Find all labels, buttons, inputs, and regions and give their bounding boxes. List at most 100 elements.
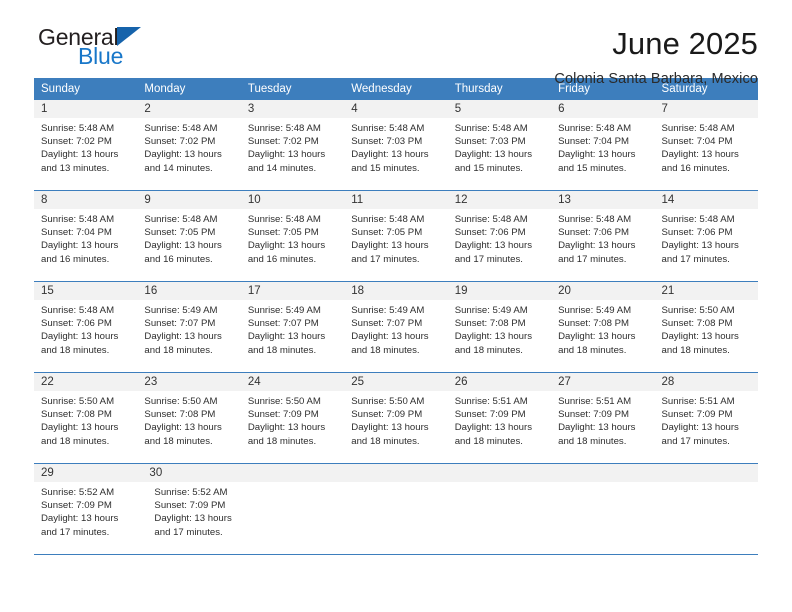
calendar-week-row: 1 2 3 4 5 6 7 Sunrise: 5:48 AM Sunset: 7:02 PM Da… xyxy=(34,100,758,191)
day-cell[interactable]: Sunrise: 5:50 AM Sunset: 7:08 PM Daylight:… xyxy=(137,391,240,463)
day-daylight-2-text: and 17 minutes. xyxy=(661,253,730,265)
day-cell[interactable]: Sunrise: 5:50 AM Sunset: 7:09 PM Daylight:… xyxy=(241,391,344,463)
day-number[interactable]: 17 xyxy=(241,282,344,300)
calendar-grid: Sunday Monday Tuesday Wednesday Thursday Frid… xyxy=(34,78,758,555)
day-sunset-text: Sunset: 7:02 PM xyxy=(144,136,216,148)
day-number[interactable]: 14 xyxy=(655,191,758,209)
day-cell[interactable]: Sunrise: 5:48 AM Sunset: 7:05 PM Daylight:… xyxy=(137,209,240,281)
day-cell[interactable]: Sunrise: 5:49 AM Sunset: 7:08 PM Daylight:… xyxy=(448,300,551,372)
day-number[interactable]: 18 xyxy=(344,282,447,300)
day-number[interactable]: 15 xyxy=(34,282,137,300)
day-cell[interactable]: Sunrise: 5:50 AM Sunset: 7:08 PM Daylight:… xyxy=(34,391,137,463)
day-cell[interactable]: Sunrise: 5:48 AM Sunset: 7:05 PM Daylight:… xyxy=(344,209,447,281)
day-number[interactable]: 9 xyxy=(137,191,240,209)
day-cell[interactable]: Sunrise: 5:49 AM Sunset: 7:07 PM Daylight:… xyxy=(241,300,344,372)
day-sunset-text: Sunset: 7:08 PM xyxy=(661,318,733,330)
day-number[interactable]: 24 xyxy=(241,373,344,391)
day-cell[interactable]: Sunrise: 5:48 AM Sunset: 7:02 PM Daylight:… xyxy=(137,118,240,190)
day-number[interactable]: 11 xyxy=(344,191,447,209)
day-number[interactable]: 29 xyxy=(34,464,142,482)
day-sunrise-text: Sunrise: 5:48 AM xyxy=(144,123,218,134)
day-daylight-1-text: Daylight: 13 hours xyxy=(351,422,429,434)
empty-day-cell xyxy=(555,464,656,482)
day-number[interactable]: 22 xyxy=(34,373,137,391)
day-info-row: Sunrise: 5:52 AM Sunset: 7:09 PM Daylight:… xyxy=(34,482,758,554)
day-sunset-text: Sunset: 7:04 PM xyxy=(41,227,112,239)
day-number[interactable]: 21 xyxy=(655,282,758,300)
day-daylight-1-text: Daylight: 13 hours xyxy=(41,331,119,343)
day-number[interactable]: 19 xyxy=(448,282,551,300)
empty-day-cell xyxy=(454,464,555,482)
day-number[interactable]: 20 xyxy=(551,282,654,300)
day-cell[interactable]: Sunrise: 5:48 AM Sunset: 7:03 PM Daylight:… xyxy=(448,118,551,190)
empty-day-cell xyxy=(360,482,459,554)
day-sunset-text: Sunset: 7:09 PM xyxy=(41,500,112,512)
day-cell[interactable]: Sunrise: 5:48 AM Sunset: 7:06 PM Daylight:… xyxy=(655,209,758,281)
day-daylight-1-text: Daylight: 13 hours xyxy=(661,240,739,252)
day-number[interactable]: 12 xyxy=(448,191,551,209)
day-number[interactable]: 3 xyxy=(241,100,344,118)
day-number[interactable]: 6 xyxy=(551,100,654,118)
day-cell[interactable]: Sunrise: 5:48 AM Sunset: 7:04 PM Daylight:… xyxy=(655,118,758,190)
day-number[interactable]: 23 xyxy=(137,373,240,391)
day-cell[interactable]: Sunrise: 5:49 AM Sunset: 7:07 PM Daylight:… xyxy=(344,300,447,372)
day-number[interactable]: 30 xyxy=(142,464,250,482)
day-cell[interactable]: Sunrise: 5:49 AM Sunset: 7:08 PM Daylight:… xyxy=(551,300,654,372)
day-daylight-1-text: Daylight: 13 hours xyxy=(144,149,222,161)
day-cell[interactable]: Sunrise: 5:48 AM Sunset: 7:06 PM Daylight:… xyxy=(551,209,654,281)
day-cell[interactable]: Sunrise: 5:48 AM Sunset: 7:04 PM Daylight:… xyxy=(34,209,137,281)
day-cell[interactable]: Sunrise: 5:51 AM Sunset: 7:09 PM Daylight:… xyxy=(551,391,654,463)
day-cell[interactable]: Sunrise: 5:50 AM Sunset: 7:08 PM Daylight:… xyxy=(655,300,758,372)
day-number[interactable]: 2 xyxy=(137,100,240,118)
empty-day-cell xyxy=(261,482,360,554)
calendar-week-row: 22 23 24 25 26 27 28 Sunrise: 5:50 AM Sunset: 7:… xyxy=(34,373,758,464)
day-cell[interactable]: Sunrise: 5:50 AM Sunset: 7:09 PM Daylight:… xyxy=(344,391,447,463)
day-sunrise-text: Sunrise: 5:49 AM xyxy=(247,305,321,316)
day-sunrise-text: Sunrise: 5:48 AM xyxy=(351,123,425,134)
day-daylight-1-text: Daylight: 13 hours xyxy=(454,149,533,161)
day-number[interactable]: 26 xyxy=(448,373,551,391)
day-sunrise-text: Sunrise: 5:48 AM xyxy=(41,123,115,134)
day-cell[interactable]: Sunrise: 5:49 AM Sunset: 7:07 PM Daylight:… xyxy=(137,300,240,372)
day-cell[interactable]: Sunrise: 5:48 AM Sunset: 7:02 PM Daylight:… xyxy=(34,118,137,190)
day-cell[interactable]: Sunrise: 5:52 AM Sunset: 7:09 PM Daylight:… xyxy=(147,482,260,554)
day-daylight-1-text: Daylight: 13 hours xyxy=(41,240,119,252)
day-cell[interactable]: Sunrise: 5:51 AM Sunset: 7:09 PM Daylight:… xyxy=(655,391,758,463)
day-number[interactable]: 5 xyxy=(448,100,551,118)
day-daylight-1-text: Daylight: 13 hours xyxy=(661,422,739,434)
day-number[interactable]: 27 xyxy=(551,373,654,391)
empty-day-cell xyxy=(657,464,758,482)
page-header: General Blue June 2025 Colonia Santa Bar… xyxy=(34,0,758,87)
day-number[interactable]: 25 xyxy=(344,373,447,391)
day-cell[interactable]: Sunrise: 5:48 AM Sunset: 7:03 PM Daylight:… xyxy=(344,118,447,190)
day-daylight-1-text: Daylight: 13 hours xyxy=(558,240,636,252)
day-sunrise-text: Sunrise: 5:48 AM xyxy=(41,305,115,316)
day-daylight-2-text: and 18 minutes. xyxy=(247,435,317,447)
day-daylight-2-text: and 15 minutes. xyxy=(558,162,627,174)
day-daylight-1-text: Daylight: 13 hours xyxy=(144,331,222,343)
day-sunset-text: Sunset: 7:09 PM xyxy=(661,409,733,421)
day-sunset-text: Sunset: 7:09 PM xyxy=(247,409,319,421)
day-daylight-1-text: Daylight: 13 hours xyxy=(247,422,326,434)
day-sunrise-text: Sunrise: 5:49 AM xyxy=(351,305,425,316)
empty-day-cell xyxy=(251,464,352,482)
day-cell[interactable]: Sunrise: 5:48 AM Sunset: 7:06 PM Daylight:… xyxy=(34,300,137,372)
day-cell[interactable]: Sunrise: 5:52 AM Sunset: 7:09 PM Daylight:… xyxy=(34,482,147,554)
day-number[interactable]: 8 xyxy=(34,191,137,209)
day-cell[interactable]: Sunrise: 5:48 AM Sunset: 7:05 PM Daylight:… xyxy=(241,209,344,281)
day-sunset-text: Sunset: 7:05 PM xyxy=(247,227,319,239)
day-number[interactable]: 28 xyxy=(655,373,758,391)
day-number[interactable]: 13 xyxy=(551,191,654,209)
day-number[interactable]: 4 xyxy=(344,100,447,118)
day-sunset-text: Sunset: 7:08 PM xyxy=(41,409,112,421)
day-number[interactable]: 7 xyxy=(655,100,758,118)
day-cell[interactable]: Sunrise: 5:48 AM Sunset: 7:04 PM Daylight:… xyxy=(551,118,654,190)
day-number[interactable]: 1 xyxy=(34,100,137,118)
day-number[interactable]: 16 xyxy=(137,282,240,300)
day-cell[interactable]: Sunrise: 5:48 AM Sunset: 7:06 PM Daylight:… xyxy=(448,209,551,281)
day-daylight-2-text: and 17 minutes. xyxy=(661,435,730,447)
day-daylight-2-text: and 18 minutes. xyxy=(454,435,523,447)
day-cell[interactable]: Sunrise: 5:48 AM Sunset: 7:02 PM Daylight:… xyxy=(241,118,344,190)
day-number[interactable]: 10 xyxy=(241,191,344,209)
day-cell[interactable]: Sunrise: 5:51 AM Sunset: 7:09 PM Daylight:… xyxy=(448,391,551,463)
